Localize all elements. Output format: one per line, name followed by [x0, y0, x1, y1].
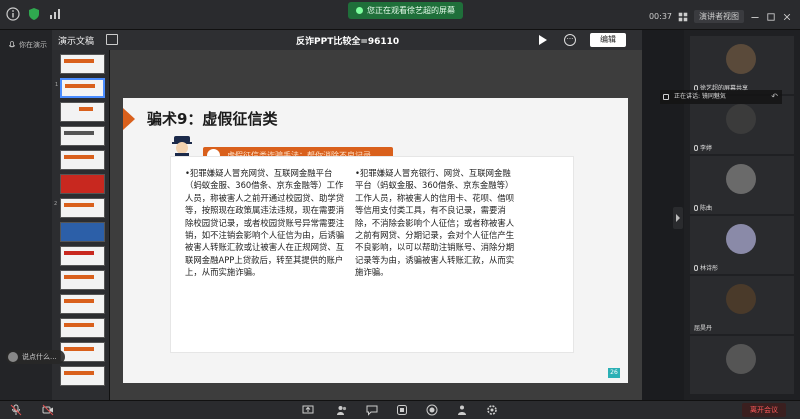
- participant-name-text: 陈曲: [700, 205, 713, 212]
- thumbnail[interactable]: [60, 366, 105, 386]
- title-marker-icon: [123, 108, 135, 130]
- grid-icon[interactable]: [678, 12, 688, 22]
- info-icon[interactable]: [6, 7, 20, 21]
- thumbnail[interactable]: [60, 126, 105, 146]
- slide-text-left: •犯罪嫌疑人冒充网贷、互联网金融平台（蚂蚁金服、360借条、京东金融等）工作人员…: [185, 168, 345, 278]
- screen-share-banner[interactable]: 您正在观看徐艺超的屏幕: [348, 2, 463, 19]
- participant-tile[interactable]: 李婷: [690, 96, 794, 154]
- chat-input-hint[interactable]: 说点什么...: [6, 350, 65, 364]
- share-dot-icon: [356, 7, 363, 14]
- thumbnail[interactable]: [60, 246, 105, 266]
- share-screen-icon[interactable]: [302, 404, 314, 416]
- participant-name: 李婷: [694, 143, 712, 152]
- thumbnail[interactable]: [60, 318, 105, 338]
- avatar: [726, 224, 756, 254]
- avatar: [726, 164, 756, 194]
- thumbnail[interactable]: 1: [55, 78, 105, 98]
- mic-icon: [694, 204, 698, 211]
- participants-icon[interactable]: [336, 404, 348, 416]
- close-icon[interactable]: [782, 12, 792, 22]
- thumbnail[interactable]: [60, 174, 105, 194]
- slide-content-box: •犯罪嫌疑人冒充网贷、互联网金融平台（蚂蚁金服、360借条、京东金融等）工作人员…: [170, 156, 574, 353]
- thumbnail[interactable]: [60, 102, 105, 122]
- thumbnail[interactable]: [60, 222, 105, 242]
- slide-stage: 骗术9：虚假征信类 虚假征信类诈骗手法：帮你消除不良记录 •犯罪嫌疑人冒充网贷、…: [110, 50, 642, 400]
- mic-icon[interactable]: [8, 41, 16, 49]
- slide-page-number: 26: [608, 368, 620, 378]
- left-sidebar: 你在演示: [0, 30, 52, 400]
- participant-tile[interactable]: 林诗彤: [690, 216, 794, 274]
- participant-name: 林诗彤: [694, 263, 718, 272]
- speaking-indicator: 正在讲话: 镜同魅気 ↶: [660, 90, 782, 104]
- thumbnail-number: 2: [54, 201, 58, 207]
- edit-button[interactable]: 编辑: [590, 33, 626, 47]
- thumbnail[interactable]: [60, 54, 105, 74]
- bottom-toolbar: 离开会议: [0, 400, 800, 419]
- shield-icon[interactable]: [27, 7, 41, 21]
- participant-name-text: 屈昊丹: [694, 325, 713, 332]
- maximize-icon[interactable]: [766, 12, 776, 22]
- speaker-icon: [663, 94, 669, 100]
- participant-name: 陈曲: [694, 203, 712, 212]
- chat-icon[interactable]: [366, 404, 378, 416]
- participant-name-text: 李婷: [700, 145, 713, 152]
- share-banner-text: 您正在观看徐艺超的屏幕: [367, 6, 455, 15]
- top-bar: 您正在观看徐艺超的屏幕 00:37 演讲者视图: [0, 0, 800, 30]
- meeting-time: 00:37: [648, 12, 672, 21]
- avatar: [8, 352, 18, 362]
- mic-icon: [694, 264, 698, 271]
- thumbnail[interactable]: [60, 294, 105, 314]
- mic-icon[interactable]: [10, 404, 22, 416]
- thumbnail[interactable]: 2: [54, 198, 105, 218]
- play-icon[interactable]: [539, 35, 547, 45]
- thumbnail[interactable]: [60, 270, 105, 290]
- more-icon[interactable]: ···: [564, 34, 576, 46]
- window-controls: [6, 7, 62, 21]
- speaking-text: 正在讲话: 镜同魅気: [674, 93, 726, 100]
- thumbnail[interactable]: [60, 342, 105, 362]
- avatar: [726, 284, 756, 314]
- signal-icon[interactable]: [48, 7, 62, 21]
- panel-label: 演示文稿: [58, 37, 95, 47]
- slide-thumbnails: 1 2: [52, 50, 110, 400]
- participant-tile[interactable]: 徐艺超的屏幕共享: [690, 36, 794, 94]
- participant-name: 屈昊丹: [694, 323, 712, 332]
- top-right-controls: 00:37 演讲者视图: [649, 10, 792, 23]
- participants-panel: 徐艺超的屏幕共享 李婷 陈曲 林诗彤 屈昊丹: [684, 30, 800, 400]
- participant-tile[interactable]: 屈昊丹: [690, 276, 794, 334]
- leave-meeting-button[interactable]: 离开会议: [742, 403, 786, 417]
- presenter-label: 你在演示: [19, 41, 47, 49]
- people-settings-icon[interactable]: [456, 404, 468, 416]
- chat-hint-text: 说点什么...: [22, 353, 57, 361]
- avatar: [726, 104, 756, 134]
- meeting-window: 您正在观看徐艺超的屏幕 00:37 演讲者视图 你在演示 演示文稿 反诈PPT比…: [0, 0, 800, 419]
- mic-icon: [694, 144, 698, 151]
- slide-text-right: •犯罪嫌疑人冒充银行、网贷、互联网金融平台（蚂蚁金服、360借条、京东金融等）工…: [355, 168, 515, 278]
- minimize-icon[interactable]: [750, 12, 760, 22]
- presentation-header: 演示文稿 反诈PPT比较全=96110 ··· 编辑: [52, 30, 642, 50]
- avatar: [726, 344, 756, 374]
- record-icon[interactable]: [426, 404, 438, 416]
- thumbnail[interactable]: [60, 150, 105, 170]
- camera-icon[interactable]: [42, 404, 54, 416]
- thumbnail-number: 1: [55, 82, 59, 88]
- participant-tile[interactable]: 陈曲: [690, 156, 794, 214]
- slide-title: 骗术9：虚假征信类: [147, 110, 278, 128]
- collapse-panel-handle[interactable]: [673, 207, 683, 229]
- participant-tile[interactable]: [690, 336, 794, 394]
- current-slide: 骗术9：虚假征信类 虚假征信类诈骗手法：帮你消除不良记录 •犯罪嫌疑人冒充网贷、…: [123, 98, 628, 383]
- app-icon[interactable]: [396, 404, 408, 416]
- sidebar-toggle-icon[interactable]: [106, 34, 118, 45]
- participant-name-text: 林诗彤: [700, 265, 719, 272]
- speaker-view-button[interactable]: 演讲者视图: [694, 10, 744, 23]
- presentation-title: 反诈PPT比较全=96110: [296, 37, 400, 47]
- dismiss-icon[interactable]: ↶: [771, 90, 778, 104]
- presenter-status: 你在演示: [8, 40, 47, 50]
- settings-icon[interactable]: [486, 404, 498, 416]
- avatar: [726, 44, 756, 74]
